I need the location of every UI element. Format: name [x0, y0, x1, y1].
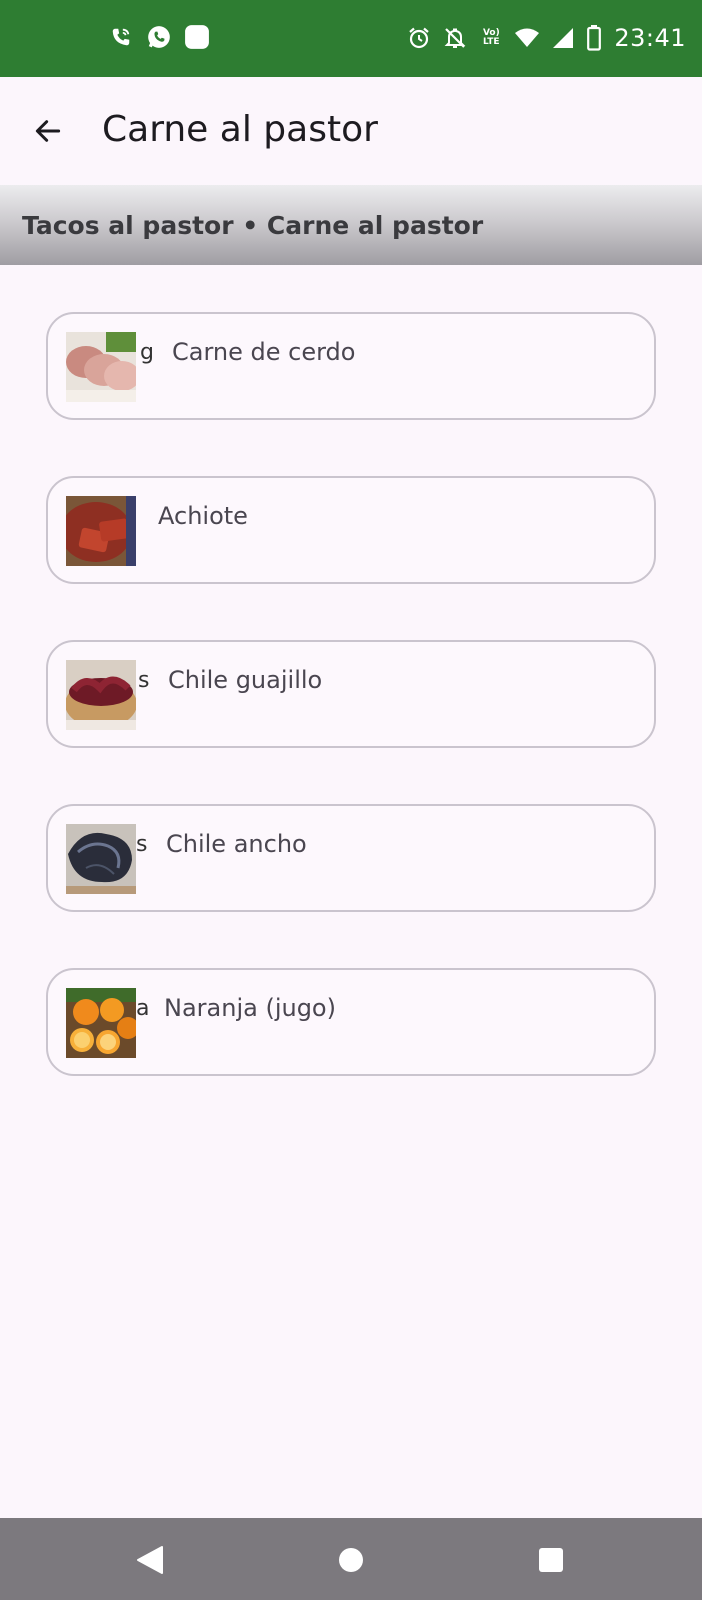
- back-button[interactable]: [22, 105, 74, 157]
- image-alt-letter: a: [136, 996, 150, 1021]
- orange-thumb: [66, 988, 136, 1058]
- ingredient-card-carne-de-cerdo[interactable]: g Carne de cerdo: [46, 312, 656, 420]
- lte-label: LTE: [483, 37, 500, 47]
- nav-home-icon: [339, 1548, 363, 1572]
- ingredient-card-naranja-jugo[interactable]: a Naranja (jugo): [46, 968, 656, 1076]
- ingredient-label: Carne de cerdo: [172, 338, 356, 366]
- guajillo-thumb: [66, 660, 136, 730]
- bell-off-icon: [442, 25, 468, 51]
- page-title: Carne al pastor: [102, 109, 378, 150]
- whatsapp-icon: [146, 24, 172, 50]
- ingredient-card-chile-ancho[interactable]: s Chile ancho: [46, 804, 656, 912]
- volte-icon: Vo) LTE: [478, 25, 504, 51]
- phone-wifi-icon: [108, 24, 134, 50]
- nav-recents-button[interactable]: [531, 1540, 571, 1580]
- ingredient-label: Chile guajillo: [168, 666, 323, 694]
- breadcrumb: Tacos al pastor • Carne al pastor: [22, 211, 484, 240]
- cell-signal-icon: [550, 25, 576, 51]
- battery-icon: [586, 25, 602, 51]
- breadcrumb-bar: Tacos al pastor • Carne al pastor: [0, 185, 702, 265]
- image-alt-letter: s: [136, 832, 148, 857]
- system-nav-bar: [0, 1518, 702, 1600]
- status-bar: Vo) LTE 23:41: [0, 0, 702, 77]
- nav-back-icon: [137, 1546, 163, 1574]
- ingredient-card-achiote[interactable]: Achiote: [46, 476, 656, 584]
- pork-meat-thumb: [66, 332, 136, 402]
- status-time: 23:41: [614, 24, 686, 52]
- ingredient-label: Achiote: [158, 502, 248, 530]
- nav-recents-icon: [539, 1548, 563, 1572]
- nav-back-button[interactable]: [130, 1540, 170, 1580]
- wifi-icon: [514, 25, 540, 51]
- app-bar: Carne al pastor: [0, 77, 702, 185]
- image-alt-letter: s: [138, 668, 150, 693]
- ingredient-label: Chile ancho: [166, 830, 307, 858]
- ancho-thumb: [66, 824, 136, 894]
- image-alt-letter: g: [140, 340, 154, 365]
- alarm-icon: [406, 25, 432, 51]
- app-square-icon: [184, 24, 210, 50]
- ingredient-card-chile-guajillo[interactable]: s Chile guajillo: [46, 640, 656, 748]
- nav-home-button[interactable]: [331, 1540, 371, 1580]
- arrow-back-icon: [35, 120, 61, 142]
- ingredient-list: g Carne de cerdo Achiote s Chile guajill…: [46, 312, 656, 1132]
- achiote-thumb: [66, 496, 136, 566]
- ingredient-label: Naranja (jugo): [164, 994, 336, 1022]
